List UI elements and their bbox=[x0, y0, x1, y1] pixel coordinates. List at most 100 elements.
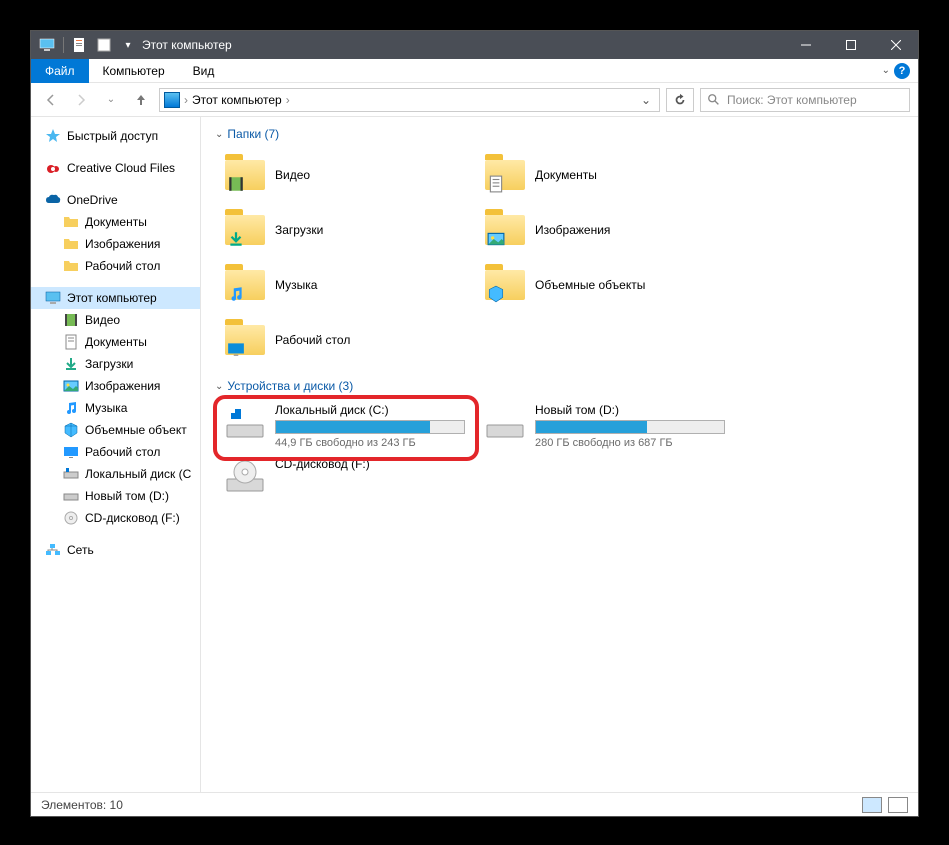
drive-name: CD-дисковод (F:) bbox=[275, 457, 465, 471]
sidebar-item-od-documents[interactable]: Документы bbox=[31, 211, 200, 233]
folder-documents[interactable]: Документы bbox=[475, 147, 735, 202]
computer-menu[interactable]: Компьютер bbox=[89, 59, 179, 83]
status-item-count: Элементов: 10 bbox=[41, 798, 123, 812]
sidebar-item-label: Быстрый доступ bbox=[67, 129, 158, 143]
folder-desktop[interactable]: Рабочий стол bbox=[215, 312, 475, 367]
disc-icon bbox=[63, 510, 79, 526]
folder-3d[interactable]: Объемные объекты bbox=[475, 257, 735, 312]
content-pane: ⌄ Папки (7) Видео Документы Загрузки bbox=[201, 117, 918, 792]
drive-cd[interactable]: CD-дисковод (F:) bbox=[215, 453, 475, 501]
up-button[interactable] bbox=[129, 88, 153, 112]
sidebar-item-3d[interactable]: Объемные объект bbox=[31, 419, 200, 441]
folder-music[interactable]: Музыка bbox=[215, 257, 475, 312]
folder-label: Объемные объекты bbox=[535, 278, 645, 292]
sidebar-item-label: Локальный диск (C bbox=[85, 467, 191, 481]
desktop-icon bbox=[63, 444, 79, 460]
sidebar-item-label: Рабочий стол bbox=[85, 259, 160, 273]
tiles-view-button[interactable] bbox=[888, 797, 908, 813]
drive-free-text: 44,9 ГБ свободно из 243 ГБ bbox=[275, 437, 465, 449]
creative-cloud-icon bbox=[45, 160, 61, 176]
sidebar-item-videos[interactable]: Видео bbox=[31, 309, 200, 331]
file-menu[interactable]: Файл bbox=[31, 59, 89, 83]
drive-d[interactable]: Новый том (D:) 280 ГБ свободно из 687 ГБ bbox=[475, 399, 735, 453]
chevron-down-icon: ⌄ bbox=[215, 381, 223, 392]
folder-icon bbox=[63, 214, 79, 230]
drive-icon bbox=[225, 403, 265, 443]
sidebar-item-downloads[interactable]: Загрузки bbox=[31, 353, 200, 375]
qat-icons: ▾ bbox=[31, 37, 136, 53]
folder-icon bbox=[225, 210, 265, 250]
sidebar-item-music[interactable]: Музыка bbox=[31, 397, 200, 419]
sidebar-item-desktop[interactable]: Рабочий стол bbox=[31, 441, 200, 463]
window-title: Этот компьютер bbox=[142, 38, 232, 52]
breadcrumb-separator: › bbox=[184, 93, 188, 107]
breadcrumb[interactable]: › Этот компьютер › ⌄ bbox=[159, 88, 660, 112]
maximize-button[interactable] bbox=[828, 31, 873, 59]
sidebar-item-label: Изображения bbox=[85, 237, 160, 251]
drives-section-header[interactable]: ⌄ Устройства и диски (3) bbox=[215, 379, 904, 393]
view-menu[interactable]: Вид bbox=[179, 59, 229, 83]
drive-icon bbox=[485, 403, 525, 443]
drive-icon bbox=[63, 488, 79, 504]
cube-icon bbox=[63, 422, 79, 438]
sidebar-item-label: CD-дисковод (F:) bbox=[85, 511, 180, 525]
sidebar-item-quick-access[interactable]: Быстрый доступ bbox=[31, 125, 200, 147]
sidebar-item-this-pc[interactable]: Этот компьютер bbox=[31, 287, 200, 309]
folder-label: Музыка bbox=[275, 278, 317, 292]
sidebar-item-label: Объемные объект bbox=[85, 423, 187, 437]
pc-icon bbox=[164, 92, 180, 108]
sidebar-item-creative-cloud[interactable]: Creative Cloud Files bbox=[31, 157, 200, 179]
sidebar-item-label: Этот компьютер bbox=[67, 291, 157, 305]
folder-label: Изображения bbox=[535, 223, 610, 237]
forward-button[interactable] bbox=[69, 88, 93, 112]
sidebar-item-network[interactable]: Сеть bbox=[31, 539, 200, 561]
help-icon[interactable]: ? bbox=[894, 63, 910, 79]
network-icon bbox=[45, 542, 61, 558]
search-placeholder: Поиск: Этот компьютер bbox=[727, 93, 857, 107]
statusbar: Элементов: 10 bbox=[31, 792, 918, 816]
folder-label: Загрузки bbox=[275, 223, 323, 237]
qat-properties-icon[interactable] bbox=[72, 37, 88, 53]
minimize-button[interactable] bbox=[783, 31, 828, 59]
download-icon bbox=[63, 356, 79, 372]
sidebar-item-drive-c[interactable]: Локальный диск (C bbox=[31, 463, 200, 485]
sidebar-item-cd[interactable]: CD-дисковод (F:) bbox=[31, 507, 200, 529]
details-view-button[interactable] bbox=[862, 797, 882, 813]
folder-icon bbox=[485, 155, 525, 195]
sidebar-item-drive-d[interactable]: Новый том (D:) bbox=[31, 485, 200, 507]
folders-section-header[interactable]: ⌄ Папки (7) bbox=[215, 127, 904, 141]
folder-videos[interactable]: Видео bbox=[215, 147, 475, 202]
sidebar-item-od-images[interactable]: Изображения bbox=[31, 233, 200, 255]
sidebar-item-label: OneDrive bbox=[67, 193, 118, 207]
folder-icon bbox=[225, 155, 265, 195]
folder-downloads[interactable]: Загрузки bbox=[215, 202, 475, 257]
close-button[interactable] bbox=[873, 31, 918, 59]
qat-dropdown-icon[interactable]: ▾ bbox=[120, 37, 136, 53]
ribbon-expand-icon[interactable]: ⌄ bbox=[882, 65, 890, 76]
star-icon bbox=[45, 128, 61, 144]
recent-dropdown[interactable]: ⌄ bbox=[99, 88, 123, 112]
sidebar: Быстрый доступ Creative Cloud Files OneD… bbox=[31, 117, 201, 792]
sidebar-item-od-desktop[interactable]: Рабочий стол bbox=[31, 255, 200, 277]
drive-capacity-bar bbox=[535, 420, 725, 434]
breadcrumb-dropdown-icon[interactable]: ⌄ bbox=[637, 93, 655, 107]
folder-icon bbox=[225, 265, 265, 305]
back-button[interactable] bbox=[39, 88, 63, 112]
body: Быстрый доступ Creative Cloud Files OneD… bbox=[31, 117, 918, 792]
breadcrumb-location[interactable]: Этот компьютер bbox=[192, 93, 282, 107]
sidebar-item-label: Creative Cloud Files bbox=[67, 161, 175, 175]
sidebar-item-label: Рабочий стол bbox=[85, 445, 160, 459]
doc-icon bbox=[63, 334, 79, 350]
drive-c[interactable]: Локальный диск (C:) 44,9 ГБ свободно из … bbox=[215, 399, 475, 453]
sidebar-item-documents[interactable]: Документы bbox=[31, 331, 200, 353]
sidebar-item-label: Загрузки bbox=[85, 357, 133, 371]
sidebar-item-onedrive[interactable]: OneDrive bbox=[31, 189, 200, 211]
folder-images[interactable]: Изображения bbox=[475, 202, 735, 257]
sidebar-item-images[interactable]: Изображения bbox=[31, 375, 200, 397]
drive-icon bbox=[63, 466, 79, 482]
search-input[interactable]: Поиск: Этот компьютер bbox=[700, 88, 910, 112]
refresh-button[interactable] bbox=[666, 88, 694, 112]
sidebar-item-label: Документы bbox=[85, 215, 147, 229]
qat-new-icon[interactable] bbox=[96, 37, 112, 53]
disc-drive-icon bbox=[225, 457, 265, 497]
